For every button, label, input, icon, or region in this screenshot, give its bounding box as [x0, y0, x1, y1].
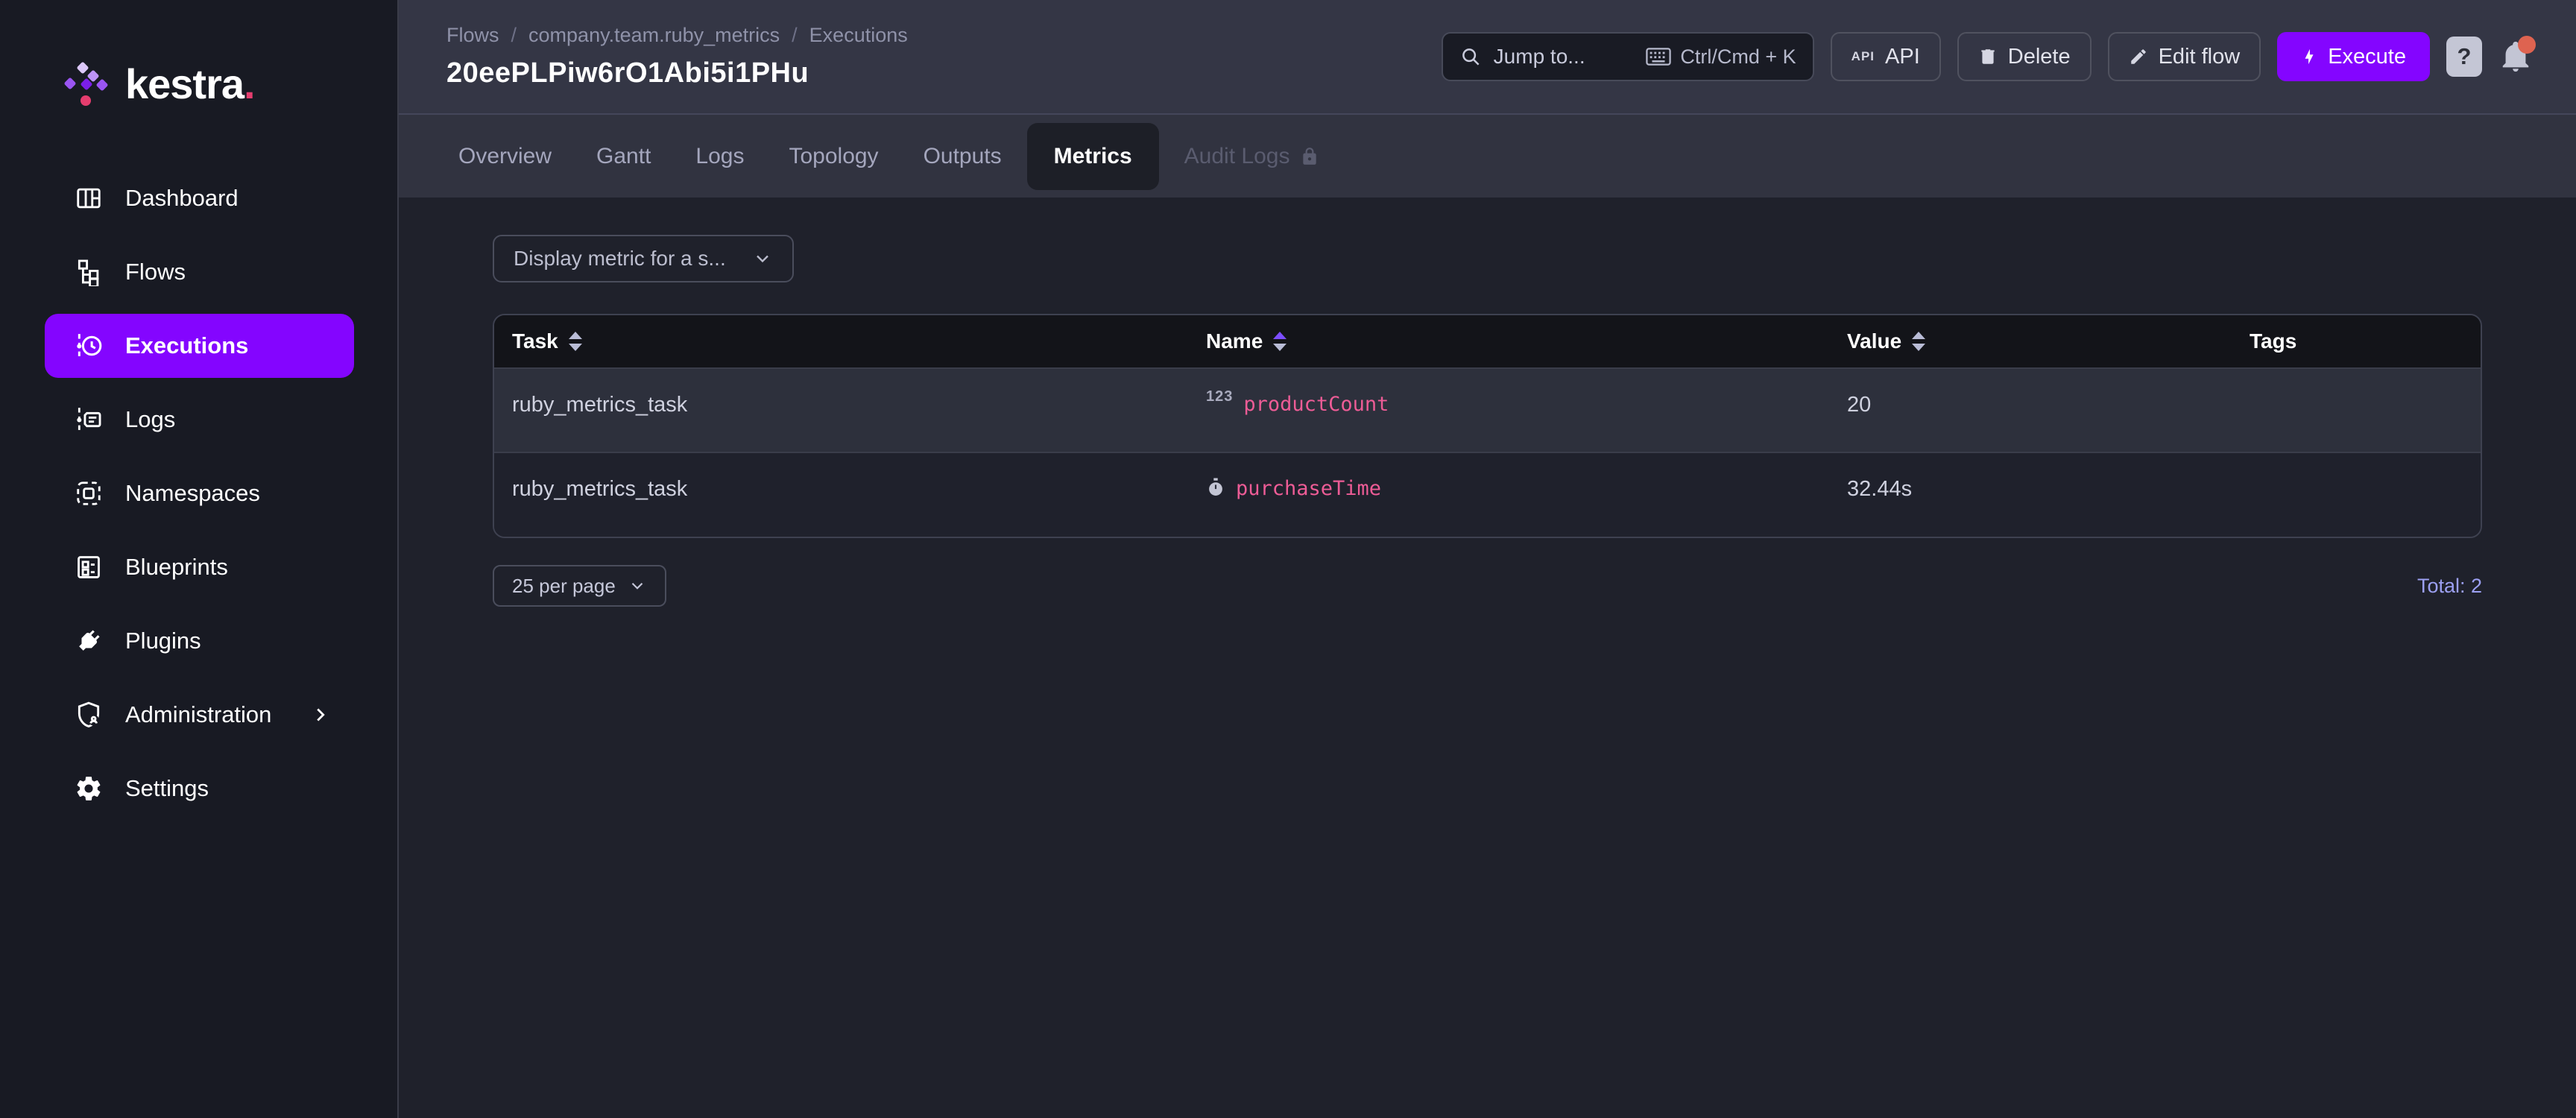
table-row[interactable]: ruby_metrics_task 123 productCount 20 [494, 368, 2481, 452]
sort-icon[interactable] [1910, 330, 1927, 353]
logs-icon [77, 408, 101, 432]
sidebar-item-administration[interactable]: Administration [45, 683, 354, 747]
page-title: 20eePLPiw6rO1Abi5i1PHu [446, 57, 809, 89]
tab-topology[interactable]: Topology [766, 114, 900, 198]
question-mark-icon: ? [2457, 43, 2472, 69]
sidebar-item-plugins[interactable]: Plugins [45, 609, 354, 673]
keyboard-icon [1646, 48, 1672, 66]
notification-dot [2518, 36, 2536, 54]
sidebar-item-label: Blueprints [125, 554, 228, 580]
task-cell: ruby_metrics_task [512, 477, 688, 501]
sidebar-item-namespaces[interactable]: Namespaces [45, 461, 354, 525]
tags-cell [2250, 452, 2481, 537]
tab-audit-logs[interactable]: Audit Logs [1162, 114, 1342, 198]
sidebar-item-settings[interactable]: Settings [45, 757, 354, 821]
chevron-down-icon [631, 582, 643, 590]
sidebar-item-label: Namespaces [125, 480, 260, 506]
sidebar-item-label: Flows [125, 259, 186, 285]
sidebar-item-label: Logs [125, 406, 176, 432]
metrics-table: Task Name Value Tags ruby_metrics_task 1… [493, 314, 2482, 538]
chevron-down-icon [757, 255, 768, 263]
trash-icon [1981, 49, 1995, 64]
task-cell: ruby_metrics_task [512, 393, 688, 417]
123-counter-icon: 123 [1206, 388, 1234, 405]
pencil-icon [2130, 49, 2146, 64]
help-button[interactable]: ? [2446, 37, 2482, 77]
metrics-content: Display metric for a s... Task Name Valu… [399, 198, 2576, 1118]
column-header-value[interactable]: Value [1847, 315, 2250, 368]
value-cell: 32.44s [1847, 477, 1913, 501]
blueprints-icon [78, 556, 100, 578]
kestra-logo[interactable]: kestra. [0, 0, 397, 108]
api-icon: API [1851, 49, 1875, 63]
per-page-dropdown[interactable]: 25 per page [493, 565, 666, 607]
flows-icon [78, 259, 99, 286]
metric-name-cell: purchaseTime [1206, 452, 1847, 537]
tab-gantt[interactable]: Gantt [574, 114, 673, 198]
metric-name-cell: 123 productCount [1206, 388, 1389, 416]
value-cell: 20 [1847, 393, 1872, 417]
bolt-icon [2305, 48, 2314, 65]
column-header-name[interactable]: Name [1206, 315, 1847, 368]
sidebar-item-label: Administration [125, 701, 272, 727]
search-shortcut: Ctrl/Cmd + K [1646, 45, 1796, 69]
execute-button[interactable]: Execute [2277, 32, 2430, 81]
administration-icon [78, 701, 100, 728]
sidebar-item-dashboard[interactable]: Dashboard [45, 166, 354, 230]
sidebar-item-label: Settings [125, 775, 209, 801]
sidebar: kestra. Dashboard Flows Executions Logs … [0, 0, 399, 1118]
tab-logs[interactable]: Logs [673, 114, 766, 198]
column-header-tags: Tags [2250, 315, 2481, 368]
sidebar-item-label: Executions [125, 332, 249, 359]
sidebar-nav: Dashboard Flows Executions Logs Namespac… [0, 166, 397, 821]
topbar: Flows / company.team.ruby_metrics / Exec… [399, 0, 2576, 113]
tab-metrics[interactable]: Metrics [1026, 122, 1159, 190]
stopwatch-icon [1209, 478, 1222, 496]
table-row[interactable]: ruby_metrics_task purchaseTime 32.44s [494, 452, 2481, 537]
search-placeholder: Jump to... [1493, 45, 1585, 68]
metric-select-dropdown[interactable]: Display metric for a s... [493, 235, 794, 282]
sort-icon-active-asc[interactable] [1272, 330, 1288, 353]
kestra-logo-icon [64, 62, 108, 106]
sidebar-item-executions[interactable]: Executions [45, 314, 354, 378]
executions-icon [77, 334, 102, 358]
delete-button[interactable]: Delete [1957, 32, 2092, 81]
breadcrumb-executions[interactable]: Executions [809, 24, 908, 47]
tags-cell [2250, 368, 2481, 452]
jump-to-search-input[interactable]: Jump to... Ctrl/Cmd + K [1441, 32, 1814, 81]
kestra-wordmark: kestra. [125, 60, 256, 107]
lock-icon [1303, 147, 1317, 165]
sort-icon[interactable] [567, 330, 584, 353]
total-count: Total: 2 [2416, 574, 2482, 597]
sidebar-item-blueprints[interactable]: Blueprints [45, 535, 354, 599]
column-header-task[interactable]: Task [494, 315, 1206, 368]
settings-icon [77, 777, 101, 800]
breadcrumb-separator: / [792, 24, 798, 46]
breadcrumb: Flows / company.team.ruby_metrics / Exec… [446, 24, 908, 47]
plugins-icon [79, 630, 100, 651]
sidebar-item-flows[interactable]: Flows [45, 240, 354, 304]
breadcrumb-namespace[interactable]: company.team.ruby_metrics [528, 24, 780, 47]
dashboard-icon [77, 188, 101, 209]
notifications-button[interactable] [2498, 36, 2536, 76]
search-icon [1462, 48, 1480, 66]
sidebar-item-label: Dashboard [125, 185, 239, 211]
sidebar-item-label: Plugins [125, 628, 201, 654]
execution-tabs: Overview Gantt Logs Topology Outputs Met… [399, 113, 2576, 198]
namespaces-icon [77, 481, 101, 505]
tab-outputs[interactable]: Outputs [901, 114, 1024, 198]
tab-overview[interactable]: Overview [436, 114, 574, 198]
breadcrumb-separator: / [511, 24, 517, 46]
sidebar-item-logs[interactable]: Logs [45, 388, 354, 452]
edit-flow-button[interactable]: Edit flow [2107, 32, 2261, 81]
chevron-right-icon [317, 708, 325, 721]
breadcrumb-flows[interactable]: Flows [446, 24, 499, 47]
api-button[interactable]: API API [1830, 32, 1941, 81]
